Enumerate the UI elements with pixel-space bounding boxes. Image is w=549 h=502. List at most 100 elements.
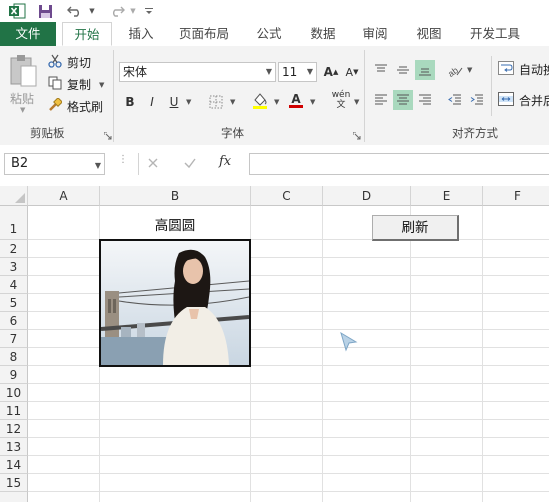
bold-button[interactable]: B [120, 92, 140, 112]
tab-file[interactable]: 文件 [0, 22, 56, 46]
row-header-6[interactable]: 6 [0, 312, 28, 330]
formula-bar-grip-icon[interactable]: ⋮ [118, 155, 128, 171]
column-header-d[interactable]: D [323, 186, 411, 206]
column-header-e[interactable]: E [411, 186, 483, 206]
font-size-select[interactable]: 11 ▼ [278, 62, 317, 82]
row-header-16[interactable] [0, 492, 28, 502]
undo-icon[interactable] [64, 2, 86, 20]
clipboard-launcher-icon[interactable] [103, 129, 112, 143]
cursor-arrow-icon [340, 331, 358, 352]
tab-data[interactable]: 数据 [302, 22, 344, 46]
border-icon[interactable] [206, 92, 226, 112]
cut-button[interactable]: 剪切 [48, 54, 91, 71]
tab-view[interactable]: 视图 [408, 22, 450, 46]
row-header-8[interactable]: 8 [0, 348, 28, 366]
column-header-a[interactable]: A [28, 186, 100, 206]
merge-center-label: 合并后 [519, 94, 549, 108]
select-all-corner[interactable] [0, 186, 28, 206]
underline-button[interactable]: U [164, 92, 184, 112]
paste-dropdown-icon[interactable]: ▼ [20, 106, 25, 114]
align-center-icon[interactable] [393, 90, 413, 110]
paintbrush-icon [48, 97, 64, 115]
phonetic-text: wén [331, 90, 351, 100]
paste-icon[interactable] [8, 54, 40, 90]
align-middle-icon[interactable] [393, 60, 413, 80]
refresh-button[interactable]: 刷新 [372, 215, 459, 241]
phonetic-guide-icon[interactable]: wén 文 [328, 90, 354, 112]
row-header-1[interactable]: 1 [0, 206, 28, 240]
decrease-font-size-icon[interactable]: A ▼ [342, 62, 362, 82]
align-right-icon[interactable] [415, 90, 435, 110]
enter-check-icon[interactable] [183, 156, 199, 172]
border-dropdown-icon[interactable]: ▼ [230, 98, 235, 106]
phonetic-dropdown-icon[interactable]: ▼ [354, 98, 359, 106]
name-box[interactable]: B2 ▼ [4, 153, 105, 175]
align-bottom-icon[interactable] [415, 60, 435, 80]
orientation-dropdown-icon[interactable]: ▼ [467, 66, 472, 74]
row-header-9[interactable]: 9 [0, 366, 28, 384]
tab-insert[interactable]: 插入 [120, 22, 162, 46]
font-name-select[interactable]: 宋体 ▼ [119, 62, 276, 82]
merge-center-button[interactable]: 合并后 [498, 92, 549, 109]
tab-page-layout[interactable]: 页面布局 [172, 22, 236, 46]
row-header-7[interactable]: 7 [0, 330, 28, 348]
decrease-indent-icon[interactable] [445, 90, 465, 110]
group-separator [113, 50, 114, 142]
redo-dropdown-icon[interactable]: ▼ [129, 2, 137, 20]
column-header-c[interactable]: C [251, 186, 323, 206]
increase-indent-icon[interactable] [467, 90, 487, 110]
font-color-swatch [289, 104, 303, 108]
orientation-icon[interactable]: ab [445, 60, 465, 80]
cancel-icon[interactable] [146, 156, 162, 172]
align-top-icon[interactable] [371, 60, 391, 80]
copy-dropdown-icon[interactable]: ▼ [99, 81, 104, 89]
paste-button[interactable]: 粘贴 [10, 90, 34, 107]
redo-icon[interactable] [106, 2, 128, 20]
format-painter-button[interactable]: 格式刷 [48, 97, 103, 115]
row-header-15[interactable]: 15 [0, 474, 28, 492]
cell-b1[interactable]: 高圆圆 [100, 214, 250, 234]
row-header-12[interactable]: 12 [0, 420, 28, 438]
align-left-icon[interactable] [371, 90, 391, 110]
fill-color-dropdown-icon[interactable]: ▼ [274, 98, 279, 106]
row-header-4[interactable]: 4 [0, 276, 28, 294]
font-color-dropdown-icon[interactable]: ▼ [310, 98, 315, 106]
formula-separator [138, 153, 139, 175]
worksheet-grid: A B C D E F 1 2 3 4 5 6 7 8 9 10 11 12 1… [0, 186, 549, 502]
row-header-3[interactable]: 3 [0, 258, 28, 276]
row-header-2[interactable]: 2 [0, 240, 28, 258]
svg-text:ab: ab [447, 65, 460, 77]
column-header-b[interactable]: B [100, 186, 251, 206]
row-header-13[interactable]: 13 [0, 438, 28, 456]
gridline [482, 206, 483, 502]
ribbon-tab-bar: 文件 开始 插入 页面布局 公式 数据 审阅 视图 开发工具 [0, 22, 549, 47]
insert-function-button[interactable]: fx [219, 154, 231, 169]
copy-button[interactable]: 复制 ▼ [48, 76, 104, 93]
excel-icon[interactable] [8, 2, 26, 20]
save-icon[interactable] [36, 2, 54, 20]
fill-color-icon[interactable] [250, 90, 270, 110]
wrap-text-button[interactable]: 自动换 [498, 61, 549, 78]
row-header-14[interactable]: 14 [0, 456, 28, 474]
tab-review[interactable]: 审阅 [354, 22, 396, 46]
gridline [28, 491, 549, 492]
inserted-picture[interactable] [99, 239, 251, 367]
row-header-11[interactable]: 11 [0, 402, 28, 420]
row-header-5[interactable]: 5 [0, 294, 28, 312]
gridline [28, 383, 549, 384]
tab-formulas[interactable]: 公式 [248, 22, 290, 46]
font-launcher-icon[interactable] [352, 129, 361, 143]
italic-button[interactable]: I [142, 92, 162, 112]
customize-icon[interactable] [144, 2, 154, 20]
undo-dropdown-icon[interactable]: ▼ [88, 2, 96, 20]
row-header-10[interactable]: 10 [0, 384, 28, 402]
column-header-f[interactable]: F [483, 186, 549, 206]
tab-developer[interactable]: 开发工具 [462, 22, 528, 46]
alignment-group-label: 对齐方式 [452, 126, 498, 140]
increase-font-size-icon[interactable]: A ▲ [321, 62, 341, 82]
formula-input[interactable] [249, 153, 549, 175]
font-color-icon[interactable]: A [286, 90, 306, 110]
cut-label: 剪切 [67, 56, 92, 70]
underline-dropdown-icon[interactable]: ▼ [186, 98, 191, 106]
tab-home[interactable]: 开始 [62, 22, 112, 46]
